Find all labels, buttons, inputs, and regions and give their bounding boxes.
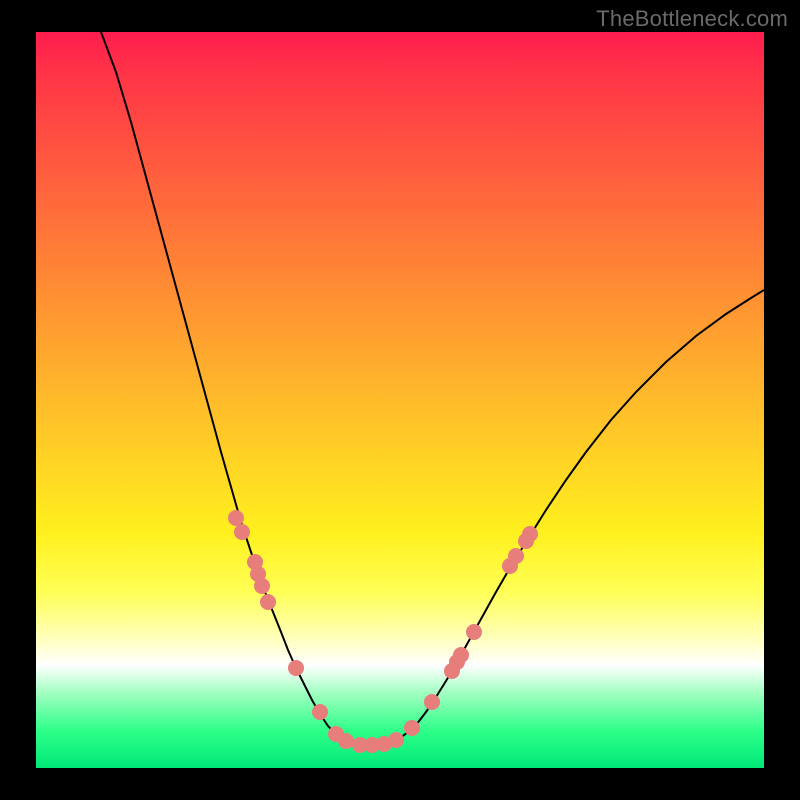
watermark-text: TheBottleneck.com bbox=[596, 6, 788, 32]
marker-dot bbox=[453, 647, 469, 663]
marker-dot bbox=[522, 526, 538, 542]
marker-dot bbox=[388, 732, 404, 748]
marker-dot bbox=[288, 660, 304, 676]
bottleneck-curve bbox=[101, 32, 764, 745]
chart-frame: TheBottleneck.com bbox=[0, 0, 800, 800]
marker-dot bbox=[312, 704, 328, 720]
marker-dot bbox=[234, 524, 250, 540]
marker-dot bbox=[466, 624, 482, 640]
plot-area bbox=[36, 32, 764, 768]
marker-dot bbox=[338, 733, 354, 749]
marker-dot bbox=[508, 548, 524, 564]
marker-dot bbox=[254, 578, 270, 594]
marker-dot bbox=[424, 694, 440, 710]
marker-dot bbox=[228, 510, 244, 526]
chart-svg bbox=[36, 32, 764, 768]
marker-dot bbox=[260, 594, 276, 610]
marker-dots-group bbox=[228, 510, 538, 753]
marker-dot bbox=[404, 720, 420, 736]
